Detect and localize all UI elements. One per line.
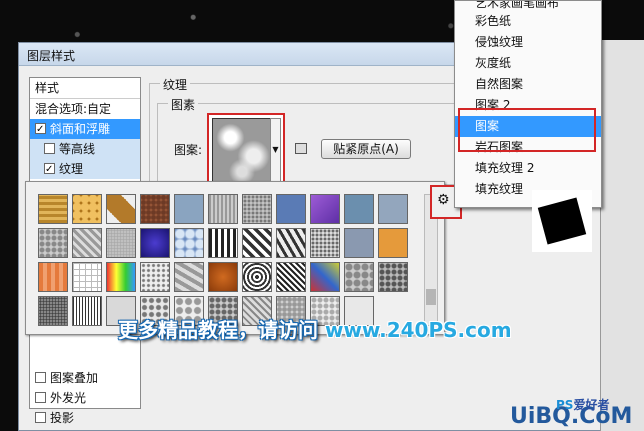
- outer-glow-checkbox[interactable]: [35, 392, 46, 403]
- pattern-tile[interactable]: [344, 228, 374, 258]
- styles-header[interactable]: 样式: [30, 78, 140, 99]
- pattern-tile[interactable]: [38, 228, 68, 258]
- bevel-emboss-item[interactable]: 斜面和浮雕: [30, 119, 140, 140]
- elements-group-title: 图素: [168, 96, 199, 113]
- pattern-label: 图案:: [174, 143, 203, 157]
- pattern-tile[interactable]: [38, 262, 68, 292]
- watermark-url: www.240PS.com: [324, 318, 512, 342]
- pattern-tile[interactable]: [38, 296, 68, 326]
- pattern-tile[interactable]: [208, 194, 238, 224]
- pattern-preview-swatch[interactable]: [212, 118, 272, 182]
- pattern-tile[interactable]: [106, 262, 136, 292]
- scrollbar-thumb[interactable]: [426, 289, 436, 305]
- pattern-tile[interactable]: [208, 228, 238, 258]
- pattern-tile[interactable]: [276, 262, 306, 292]
- menu-item[interactable]: 填充纹理 2: [455, 158, 601, 179]
- texture-label: 纹理: [59, 162, 84, 176]
- pattern-overlay-checkbox[interactable]: [35, 372, 46, 383]
- pattern-picker-panel: [25, 181, 445, 335]
- pattern-tile[interactable]: [242, 262, 272, 292]
- pattern-tile[interactable]: [378, 228, 408, 258]
- preview-shape: [537, 197, 587, 245]
- elements-group: 图素: [157, 96, 473, 185]
- pattern-picker-annotation: ▼: [207, 113, 285, 189]
- contour-checkbox[interactable]: [44, 143, 55, 154]
- pattern-tile[interactable]: [378, 194, 408, 224]
- pattern-tile[interactable]: [310, 228, 340, 258]
- menu-annotation: [458, 108, 596, 152]
- pattern-tile[interactable]: [242, 194, 272, 224]
- pattern-tile[interactable]: [208, 262, 238, 292]
- bevel-emboss-label: 斜面和浮雕: [50, 122, 111, 136]
- right-panel-edge: [600, 40, 644, 431]
- menu-item[interactable]: 侵蚀纹理: [455, 32, 601, 53]
- pattern-tile[interactable]: [344, 262, 374, 292]
- snap-to-origin-button[interactable]: 贴紧原点(A): [321, 139, 411, 159]
- ps-logo-mark: PS: [556, 398, 574, 412]
- drop-shadow-item[interactable]: 投影: [30, 408, 140, 428]
- watermark-label: 更多精品教程，请访问: [118, 318, 325, 342]
- ps-logo-text: 爱好者: [573, 398, 610, 412]
- pattern-tile[interactable]: [106, 194, 136, 224]
- pattern-overlay-item[interactable]: 图案叠加: [30, 368, 140, 388]
- pattern-library-menu: 艺术家画笔画布 彩色纸 侵蚀纹理 灰度纸 自然图案 图案 2 图案 岩石图案 填…: [454, 0, 602, 208]
- gear-icon[interactable]: ⚙: [437, 192, 450, 208]
- menu-item[interactable]: 彩色纸: [455, 11, 601, 32]
- pattern-tile[interactable]: [72, 296, 102, 326]
- outer-glow-item[interactable]: 外发光: [30, 388, 140, 408]
- menu-item[interactable]: 自然图案: [455, 74, 601, 95]
- dialog-title: 图层样式: [27, 49, 76, 63]
- pattern-tile[interactable]: [276, 194, 306, 224]
- texture-section-title: 纹理: [160, 76, 191, 93]
- ps-logo: PS爱好者: [556, 396, 609, 413]
- menu-item[interactable]: 灰度纸: [455, 53, 601, 74]
- pattern-tile[interactable]: [38, 194, 68, 224]
- pattern-tile[interactable]: [106, 228, 136, 258]
- blend-options-label: 混合选项:自定: [35, 102, 112, 116]
- drop-shadow-label: 投影: [50, 411, 75, 425]
- pattern-tile[interactable]: [140, 194, 170, 224]
- texture-item[interactable]: 纹理: [30, 159, 140, 180]
- blend-options-item[interactable]: 混合选项:自定: [30, 99, 140, 119]
- chevron-down-icon[interactable]: ▼: [270, 118, 281, 182]
- new-preset-icon[interactable]: [295, 143, 307, 154]
- menu-item[interactable]: 艺术家画笔画布: [455, 1, 601, 11]
- pattern-tile[interactable]: [310, 262, 340, 292]
- texture-checkbox[interactable]: [44, 160, 55, 180]
- pattern-overlay-label: 图案叠加: [50, 371, 99, 385]
- style-preview: [532, 190, 592, 252]
- pattern-tile[interactable]: [72, 228, 102, 258]
- pattern-tile[interactable]: [72, 194, 102, 224]
- pattern-tile[interactable]: [310, 194, 340, 224]
- pattern-tile[interactable]: [242, 228, 272, 258]
- pattern-tile[interactable]: [72, 262, 102, 292]
- pattern-tile[interactable]: [344, 194, 374, 224]
- pattern-tile[interactable]: [174, 262, 204, 292]
- pattern-tile[interactable]: [378, 262, 408, 292]
- pattern-tile[interactable]: [174, 194, 204, 224]
- pattern-tile[interactable]: [140, 262, 170, 292]
- watermark-text: 更多精品教程，请访问 www.240PS.com: [118, 314, 512, 343]
- contour-label: 等高线: [59, 142, 96, 156]
- outer-glow-label: 外发光: [50, 391, 87, 405]
- pattern-tile[interactable]: [174, 228, 204, 258]
- contour-item[interactable]: 等高线: [30, 139, 140, 159]
- bevel-emboss-checkbox[interactable]: [35, 120, 46, 140]
- pattern-tile[interactable]: [140, 228, 170, 258]
- drop-shadow-checkbox[interactable]: [35, 412, 46, 423]
- pattern-tile[interactable]: [276, 228, 306, 258]
